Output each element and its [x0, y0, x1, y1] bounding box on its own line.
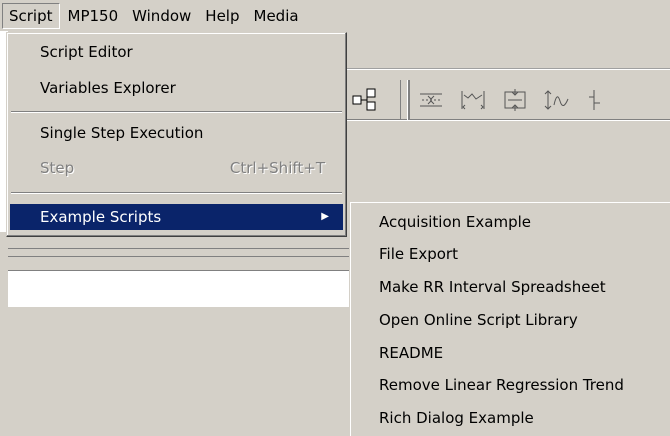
- menu-item-shortcut: Ctrl+Shift+T: [229, 159, 325, 177]
- connect-channels-icon[interactable]: [352, 87, 378, 113]
- zoom-fit-icon[interactable]: [502, 87, 528, 113]
- workspace-input-strip[interactable]: [8, 270, 350, 308]
- compress-vertical-icon[interactable]: [418, 87, 444, 113]
- menu-window[interactable]: Window: [126, 4, 197, 28]
- menu-item-step: Step Ctrl+Shift+T: [10, 155, 343, 181]
- toolbar: [352, 77, 628, 123]
- menu-item-single-step-execution[interactable]: Single Step Execution: [10, 120, 343, 146]
- waveform-tool-icon[interactable]: [544, 87, 570, 113]
- menu-item-label: Single Step Execution: [40, 124, 204, 142]
- submenu-item-readme[interactable]: README: [353, 339, 670, 367]
- menu-item-variables-explorer[interactable]: Variables Explorer: [10, 75, 343, 101]
- workspace-area: [8, 307, 350, 436]
- submenu-item-remove-linear-regression-trend[interactable]: Remove Linear Regression Trend: [353, 371, 670, 399]
- menu-separator: [11, 192, 342, 194]
- menu-help[interactable]: Help: [199, 4, 245, 28]
- menu-mp150[interactable]: MP150: [62, 4, 125, 28]
- submenu-item-file-export[interactable]: File Export: [353, 240, 670, 268]
- example-scripts-submenu: Acquisition Example File Export Make RR …: [349, 201, 670, 436]
- submenu-item-make-rr-interval-spreadsheet[interactable]: Make RR Interval Spreadsheet: [353, 273, 670, 301]
- menu-media[interactable]: Media: [248, 4, 305, 28]
- expand-horizontal-icon[interactable]: [460, 87, 486, 113]
- app-workspace: [0, 232, 350, 436]
- menu-item-script-editor[interactable]: Script Editor: [10, 39, 343, 65]
- menu-separator: [11, 111, 342, 113]
- toolbar-separator: [400, 80, 408, 120]
- menu-item-example-scripts[interactable]: Example Scripts ▶: [10, 204, 343, 230]
- submenu-arrow-icon: ▶: [321, 211, 329, 222]
- workspace-divider: [8, 256, 350, 257]
- menu-item-label: Variables Explorer: [40, 79, 176, 97]
- submenu-item-open-online-script-library[interactable]: Open Online Script Library: [353, 306, 670, 334]
- script-menu-dropdown: Script Editor Variables Explorer Single …: [6, 32, 347, 237]
- submenu-item-rich-dialog-example[interactable]: Rich Dialog Example: [353, 404, 670, 432]
- partial-tool-icon[interactable]: [586, 87, 612, 113]
- menu-script[interactable]: Script: [2, 2, 60, 29]
- submenu-item-acquisition-example[interactable]: Acquisition Example: [353, 208, 670, 236]
- menu-item-label: Script Editor: [40, 43, 133, 61]
- menu-item-label: Step: [40, 159, 75, 177]
- menu-bar: Script MP150 Window Help Media: [0, 0, 670, 31]
- menu-item-label: Example Scripts: [40, 208, 162, 226]
